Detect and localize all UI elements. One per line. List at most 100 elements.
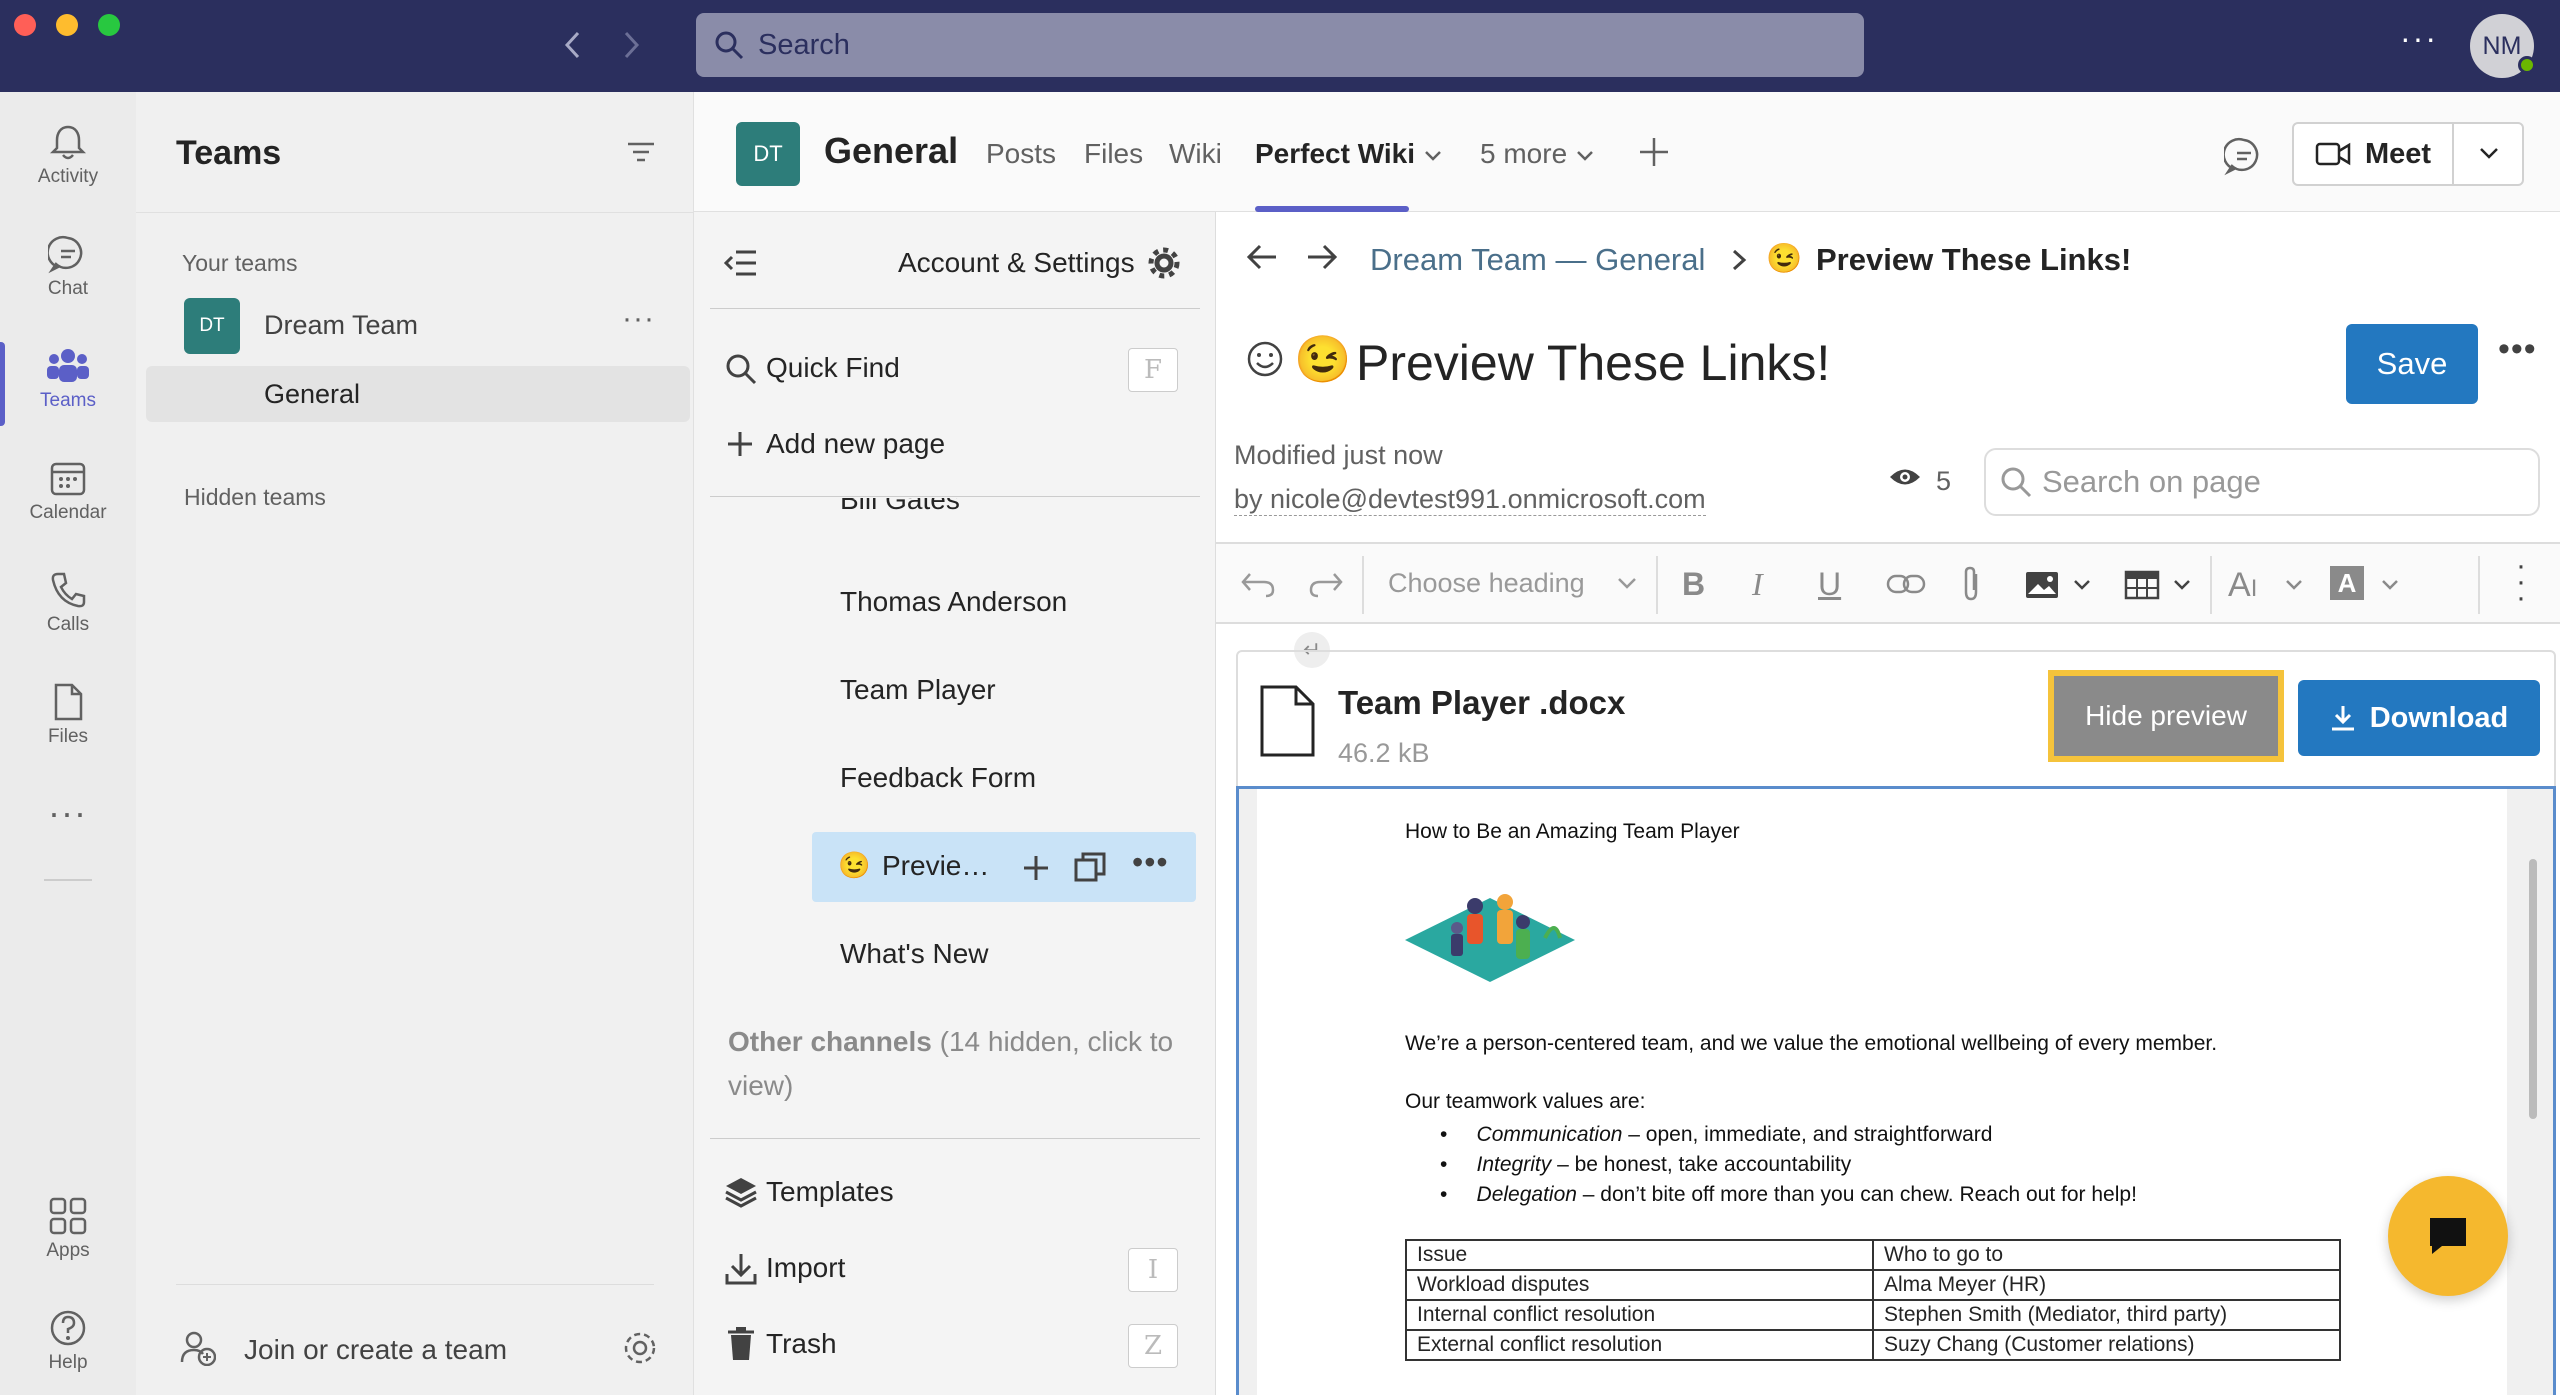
account-settings-button[interactable]: Account & Settings [898, 246, 1181, 280]
rail-apps[interactable]: Apps [0, 1182, 136, 1282]
redo-icon[interactable] [1308, 568, 1344, 598]
doc-bullet: • Communication – open, immediate, and s… [1440, 1123, 1993, 1146]
join-create-team-button[interactable]: Join or create a team [180, 1324, 660, 1372]
italic-icon[interactable]: I [1752, 566, 1763, 603]
chevron-down-icon[interactable] [2072, 578, 2092, 592]
page-more-icon[interactable]: ••• [2498, 330, 2537, 369]
add-new-page-button[interactable]: Add new page [724, 424, 1204, 474]
search-on-page-input[interactable]: Search on page [1984, 448, 2540, 516]
divider [136, 212, 694, 213]
search-input[interactable]: Search [696, 13, 1864, 77]
font-color-icon[interactable]: A [2330, 566, 2364, 600]
add-tab-icon[interactable] [1636, 134, 1672, 170]
image-icon[interactable] [2024, 570, 2060, 600]
quick-find-button[interactable]: Quick Find F [724, 348, 1204, 398]
back-arrow-icon[interactable] [1246, 242, 1278, 272]
team-item-dream-team[interactable]: DT Dream Team ··· [136, 298, 694, 354]
link-icon[interactable] [1886, 570, 1926, 598]
chat-icon [48, 235, 83, 274]
rail-activity[interactable]: Activity [0, 108, 136, 208]
underline-icon[interactable]: U [1818, 566, 1841, 603]
save-button[interactable]: Save [2346, 324, 2478, 404]
tab-wiki[interactable]: Wiki [1169, 138, 1222, 170]
search-placeholder: Search [758, 28, 850, 61]
tab-more[interactable]: 5 more [1480, 138, 1595, 170]
download-icon [2331, 706, 2354, 731]
page-label: Bill Gates [840, 498, 960, 515]
chevron-down-icon[interactable] [2172, 578, 2192, 592]
minimize-window-button[interactable] [56, 14, 78, 36]
add-subpage-icon[interactable] [1022, 854, 1050, 882]
meet-button-group: Meet [2292, 122, 2524, 186]
preview-scrollbar[interactable] [2529, 859, 2537, 1119]
filter-icon[interactable] [626, 140, 656, 164]
team-more-icon[interactable]: ··· [622, 302, 655, 336]
rail-help[interactable]: Help [0, 1294, 136, 1394]
rail-calls[interactable]: Calls [0, 556, 136, 656]
chevron-down-icon[interactable] [2478, 146, 2500, 162]
import-button[interactable]: Import I [724, 1248, 1204, 1294]
more-apps-icon[interactable]: ··· [48, 792, 87, 834]
breadcrumb-team[interactable]: Dream Team — General [1370, 242, 1705, 278]
hidden-teams-label[interactable]: Hidden teams [184, 484, 326, 511]
tab-posts[interactable]: Posts [986, 138, 1056, 170]
more-options-icon[interactable]: ··· [2400, 20, 2438, 57]
meet-button[interactable]: Meet [2294, 124, 2454, 184]
duplicate-icon[interactable] [1074, 852, 1106, 884]
chat-bubble-icon [2430, 1218, 2466, 1254]
search-icon [715, 31, 744, 60]
templates-button[interactable]: Templates [724, 1172, 1204, 1218]
breadcrumb-current-page: Preview These Links! [1816, 242, 2132, 277]
page-item-thomas-anderson[interactable]: Thomas Anderson [840, 586, 1067, 618]
close-window-button[interactable] [14, 14, 36, 36]
hide-preview-button[interactable]: Hide preview [2054, 676, 2278, 756]
heading-select[interactable]: Choose heading [1388, 568, 1638, 599]
quick-find-label: Quick Find [766, 352, 900, 383]
collapse-sidebar-icon[interactable] [724, 248, 758, 278]
attachment-size: 46.2 kB [1338, 738, 1430, 768]
rail-files[interactable]: Files [0, 668, 136, 768]
conversation-icon[interactable] [2224, 136, 2264, 176]
chevron-down-icon[interactable] [2380, 578, 2400, 592]
page-item-preview-selected[interactable]: 😉 Previe… ••• [812, 832, 1196, 902]
rail-calendar[interactable]: Calendar [0, 444, 136, 544]
attachment-icon[interactable] [1960, 566, 1982, 602]
page-item-feedback-form[interactable]: Feedback Form [840, 762, 1036, 794]
toolbar-more-icon[interactable]: · · · [2516, 551, 2526, 613]
modified-by-link[interactable]: by nicole@devtest991.onmicrosoft.com [1234, 484, 1706, 516]
font-size-icon[interactable]: AI [2228, 566, 2257, 605]
page-title-emoji: 😉 [1294, 333, 1352, 385]
bullet-text: – be honest, take accountability [1551, 1153, 1852, 1176]
forward-arrow-icon[interactable] [1306, 242, 1338, 272]
forward-arrow-icon[interactable] [620, 30, 642, 60]
avatar[interactable]: NM [2470, 14, 2536, 78]
gear-icon[interactable] [620, 1328, 660, 1368]
tab-files[interactable]: Files [1084, 138, 1143, 170]
other-channels-link[interactable]: Other channels (14 hidden, click to view… [728, 1020, 1198, 1108]
presence-available-icon [2518, 56, 2536, 74]
back-arrow-icon[interactable] [562, 30, 584, 60]
page-more-icon[interactable]: ••• [1132, 844, 1169, 881]
page-item-bill-gates[interactable]: Bill Gates [694, 498, 1216, 522]
attachment-filename[interactable]: Team Player .docx [1338, 684, 1625, 722]
rail-chat[interactable]: Chat [0, 220, 136, 320]
trash-button[interactable]: Trash Z [724, 1324, 1204, 1370]
channel-item-general[interactable]: General [146, 366, 690, 422]
maximize-window-button[interactable] [98, 14, 120, 36]
chevron-right-icon [1732, 249, 1747, 271]
rail-teams[interactable]: Teams [0, 332, 136, 432]
chevron-down-icon[interactable] [2284, 578, 2304, 592]
download-button[interactable]: Download [2298, 680, 2540, 756]
bold-icon[interactable]: B [1682, 566, 1705, 603]
page-item-whats-new[interactable]: What's New [840, 938, 989, 970]
hide-preview-highlight: Hide preview [2048, 670, 2284, 762]
undo-icon[interactable] [1240, 568, 1276, 598]
tab-perfect-wiki[interactable]: Perfect Wiki [1255, 138, 1443, 170]
rail-label: Teams [40, 390, 96, 411]
smiley-icon[interactable] [1246, 340, 1284, 378]
layers-icon [725, 1178, 757, 1208]
table-icon[interactable] [2124, 570, 2160, 600]
support-chat-button[interactable] [2388, 1176, 2508, 1296]
page-item-team-player[interactable]: Team Player [840, 674, 996, 706]
team-avatar: DT [184, 298, 240, 354]
